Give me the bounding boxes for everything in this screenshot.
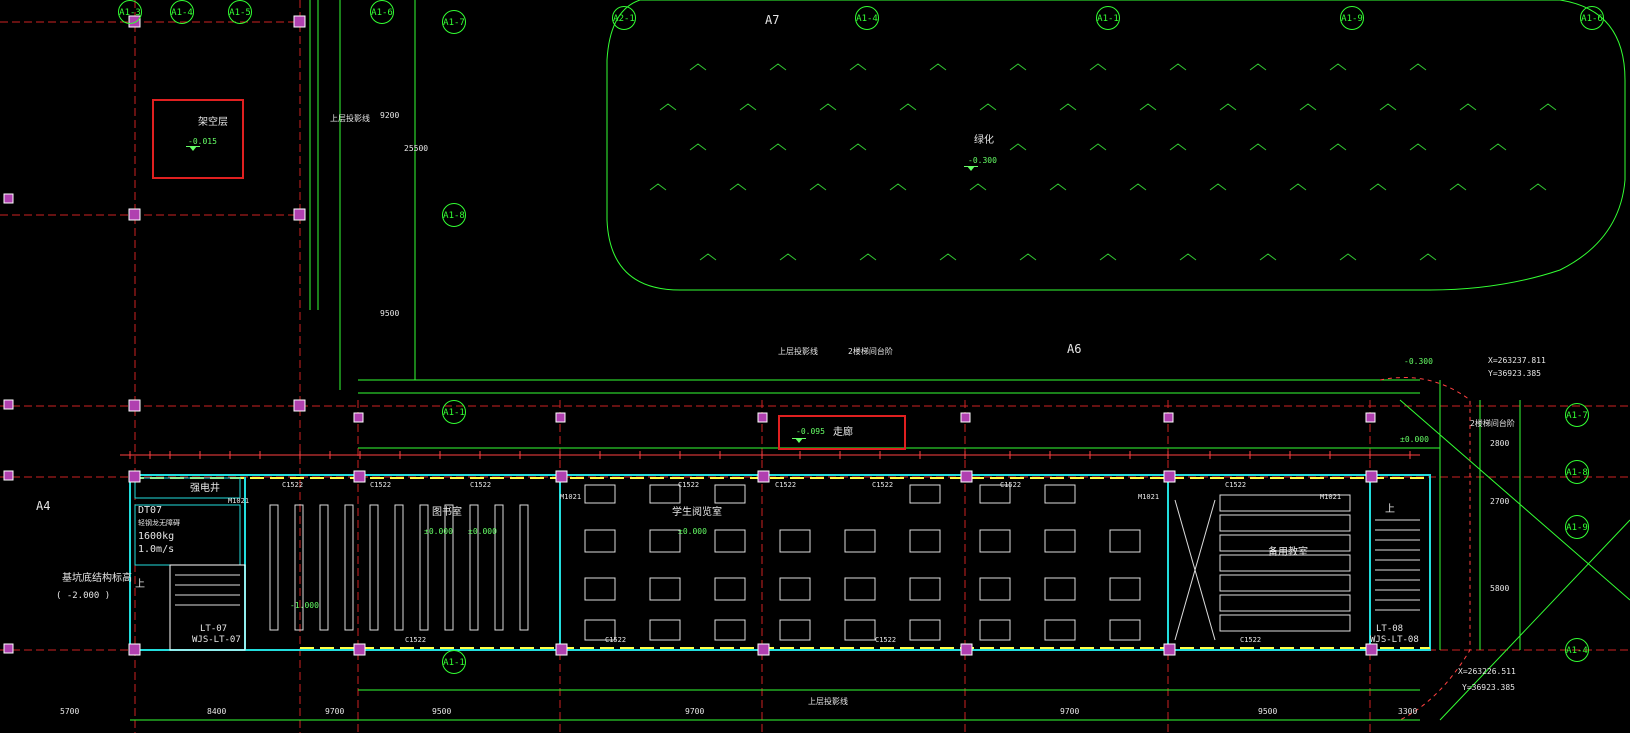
note-up: 上	[1385, 504, 1395, 515]
axis-bubble[interactable]: A1-4	[855, 6, 879, 30]
elev-symbol	[186, 140, 200, 151]
window-tag: C1522	[1240, 636, 1262, 644]
elevator-id: LT-07	[200, 624, 228, 634]
dim-bottom: 9700	[1060, 707, 1080, 716]
axis-label-a4: A4	[36, 499, 51, 513]
elev-misc: -1.000	[290, 601, 319, 610]
note-upper-projection: 上层投影线	[808, 697, 848, 706]
elevator-id: WJS-LT-08	[1370, 635, 1419, 645]
coord-x: X=263226.511	[1458, 667, 1516, 676]
door-tag: M1021	[228, 497, 250, 505]
elev-misc: ±0.000	[1400, 435, 1429, 444]
elevator-type: 轻钢龙无障碍	[138, 519, 180, 527]
axis-bubble[interactable]: A1-7	[1565, 403, 1589, 427]
axis-bubble[interactable]: A1-7	[442, 10, 466, 34]
axis-bubble[interactable]: A1-1	[442, 400, 466, 424]
coord-x: X=263237.811	[1488, 356, 1546, 365]
note-up: 上	[135, 579, 145, 590]
elev-misc: ±0.000	[468, 527, 497, 536]
door-tag: M1021	[560, 493, 582, 501]
library-shelves	[269, 504, 529, 631]
elevator-info[interactable]: DT07 轻钢龙无障碍 1600kg 1.0m/s	[138, 506, 188, 558]
axis-bubble[interactable]: A2-1	[612, 6, 636, 30]
axis-bubble[interactable]: A1-9	[1565, 515, 1589, 539]
window-tag: C1522	[282, 481, 304, 489]
elev-symbol	[792, 432, 806, 443]
elevator-load: 1600kg	[138, 531, 175, 542]
dim-vertical: 9200	[380, 111, 400, 120]
window-tag: C1522	[875, 636, 897, 644]
note-upper-projection: 上层投影线	[778, 347, 818, 356]
dim-bottom: 9700	[325, 707, 345, 716]
grass-hatch	[649, 63, 1557, 261]
window-tag: C1522	[605, 636, 627, 644]
elev-reading: ±0.000	[678, 527, 707, 536]
outline-right	[1379, 377, 1471, 721]
dim-bottom: 5700	[60, 707, 80, 716]
door-tag: M1021	[1320, 493, 1342, 501]
window-tag: C1522	[1000, 481, 1022, 489]
elevator-code: DT07	[138, 505, 163, 516]
room-elec-shaft: 强电井	[190, 483, 220, 494]
note-stair: 2楼梯间台阶	[1470, 419, 1515, 428]
door-tag: M1021	[1138, 493, 1160, 501]
pit-elev: ( -2.000 )	[56, 591, 111, 601]
window-tag: C1522	[1225, 481, 1247, 489]
axis-bubble[interactable]: A1-6	[370, 0, 394, 24]
coord-y: Y=36923.385	[1488, 369, 1541, 378]
classroom-seats	[1174, 494, 1351, 641]
axis-bubble[interactable]: A1-8	[442, 203, 466, 227]
elev-misc: -0.300	[1404, 357, 1433, 366]
room-reading: 学生阅览室	[672, 507, 722, 518]
dim-vertical: 25500	[404, 144, 429, 153]
room-corridor: 走廊	[833, 427, 853, 438]
stairs	[175, 519, 1420, 611]
reading-tables	[584, 484, 1141, 641]
axis-bubble[interactable]: A1-5	[228, 0, 252, 24]
window-tag: C1522	[405, 636, 427, 644]
room-spare-classroom: 备用教室	[1268, 547, 1308, 558]
dim-bottom: 9500	[1258, 707, 1278, 716]
axis-label-a6: A6	[1067, 342, 1082, 356]
axis-bubble[interactable]: A1-3	[118, 0, 142, 24]
window-tag: C1522	[678, 481, 700, 489]
dim-bottom: 9500	[432, 707, 452, 716]
green-area-outline	[606, 0, 1626, 291]
dim-vertical: 9500	[380, 309, 400, 318]
axis-bubble[interactable]: A1-4	[1565, 638, 1589, 662]
window-tag: C1522	[872, 481, 894, 489]
dim-vertical: 5800	[1490, 584, 1510, 593]
dim-vertical: 2800	[1490, 439, 1510, 448]
axis-bubble[interactable]: A1-1	[442, 650, 466, 674]
elev-library: ±0.000	[424, 527, 453, 536]
elevator-id: LT-08	[1376, 624, 1404, 634]
elev-symbol	[964, 160, 978, 171]
room-library: 图书室	[432, 507, 462, 518]
axis-bubble[interactable]: A1-1	[1096, 6, 1120, 30]
window-tag: C1522	[370, 481, 392, 489]
axis-bubble[interactable]: A1-9	[1340, 6, 1364, 30]
note-upper-projection: 上层投影线	[330, 114, 370, 123]
room-green: 绿化	[974, 135, 994, 146]
dim-bottom: 8400	[207, 707, 227, 716]
window-tag: C1522	[470, 481, 492, 489]
axis-bubble[interactable]: A1-8	[1565, 460, 1589, 484]
elevator-speed: 1.0m/s	[138, 544, 175, 555]
dim-vertical: 2700	[1490, 497, 1510, 506]
dim-bottom: 3300	[1398, 707, 1418, 716]
axis-label-a7: A7	[765, 13, 780, 27]
note-stair: 2楼梯间台阶	[848, 347, 893, 356]
window-tag: C1522	[775, 481, 797, 489]
dim-bottom: 9700	[685, 707, 705, 716]
pit-label: 基坑底结构标高	[62, 573, 132, 584]
coord-y: Y=36923.385	[1462, 683, 1515, 692]
dimension-ticks	[120, 451, 1420, 459]
axis-bubble[interactable]: A1-4	[170, 0, 194, 24]
elevator-id: WJS-LT-07	[192, 635, 241, 645]
axis-bubble[interactable]: A1-6	[1580, 6, 1604, 30]
room-void-layer: 架空层	[198, 117, 228, 128]
